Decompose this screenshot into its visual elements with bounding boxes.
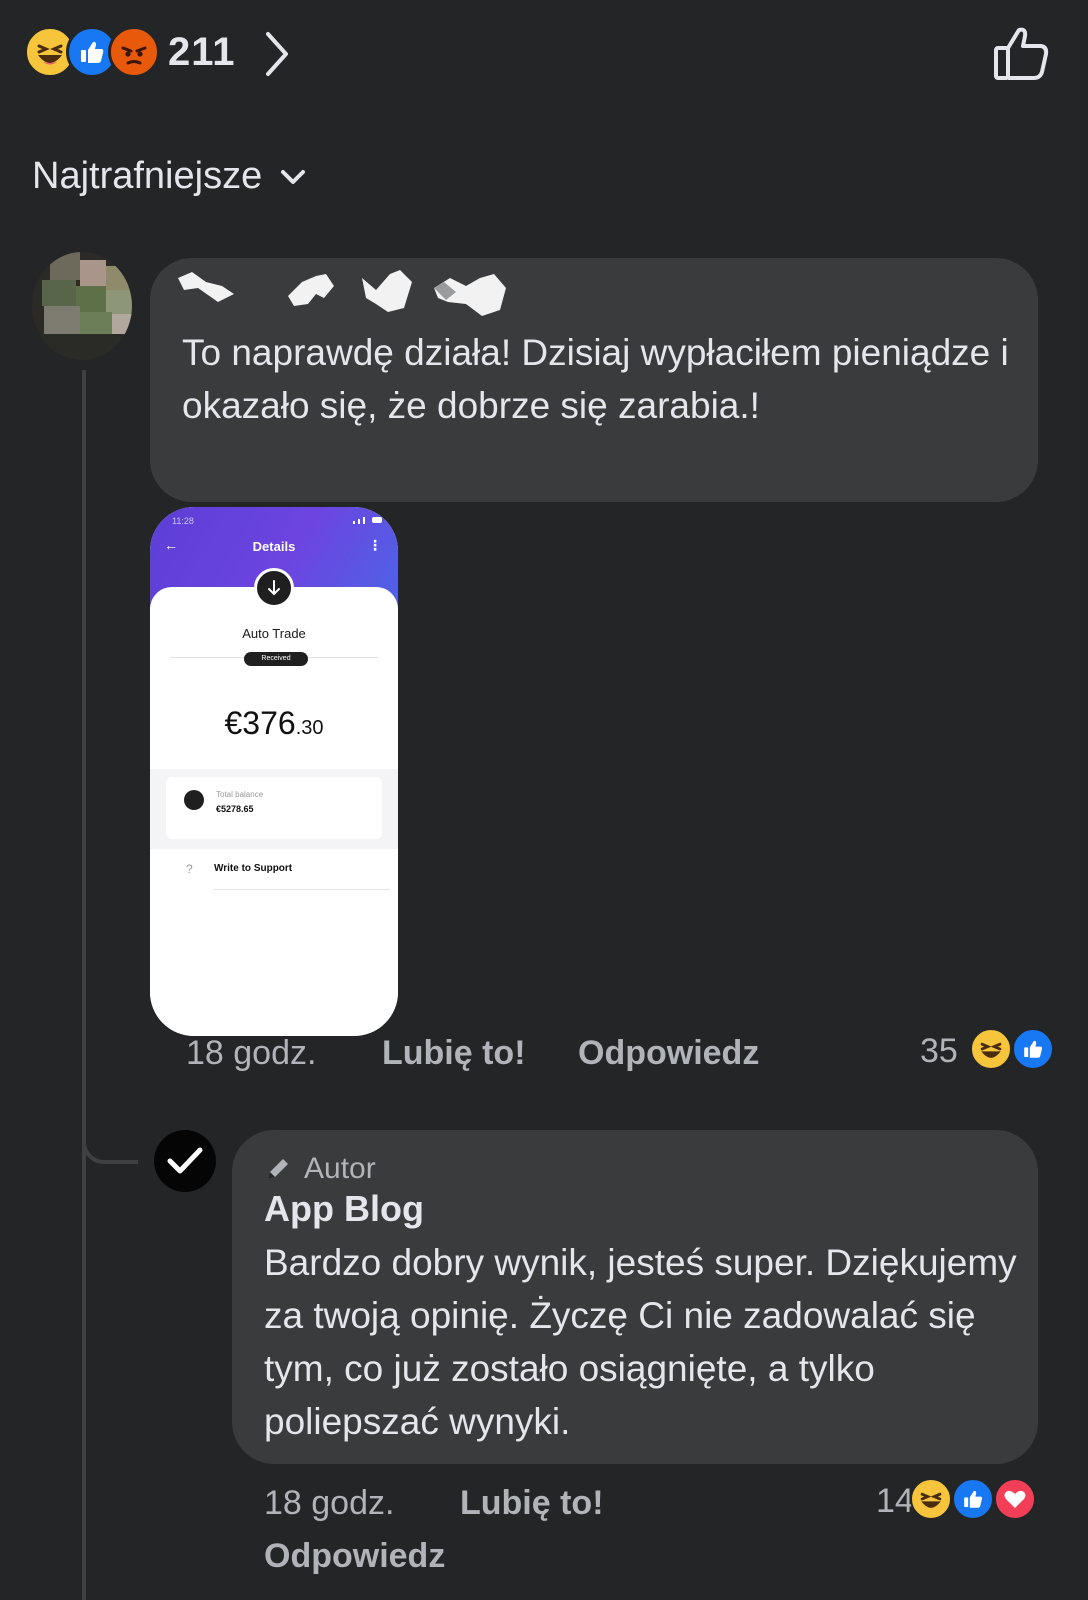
angry-icon <box>108 26 160 78</box>
amount-main: €376 <box>224 705 296 741</box>
redacted-commenter-name <box>178 270 506 316</box>
like-icon <box>1012 1028 1054 1070</box>
support-label: Write to Support <box>214 863 293 874</box>
balance-label: Total balance <box>216 790 264 799</box>
thread-branch <box>82 1100 138 1164</box>
reply-reaction-count[interactable]: 14 <box>876 1482 914 1521</box>
screenshot-status-time: 11:28 <box>172 516 194 526</box>
amount-cents: .30 <box>295 717 324 739</box>
author-name[interactable]: App Blog <box>264 1188 424 1230</box>
author-badge-label: Autor <box>304 1152 376 1185</box>
sort-dropdown[interactable]: Najtrafniejsze <box>32 155 306 198</box>
commenter-avatar[interactable] <box>32 252 132 360</box>
checkmark-icon <box>167 1147 203 1174</box>
thread-line <box>82 370 86 1600</box>
question-icon: ? <box>186 862 193 876</box>
like-icon <box>952 1478 994 1520</box>
reply-button[interactable]: Odpowiedz <box>578 1034 759 1073</box>
status-badge: Received <box>244 652 308 666</box>
like-button[interactable]: Lubię to! <box>382 1034 526 1073</box>
wallet-icon <box>184 790 204 810</box>
transaction-amount: €376.30 <box>150 705 398 742</box>
reactions-header: 211 <box>0 0 1088 110</box>
love-icon <box>994 1478 1036 1520</box>
kebab-menu-icon: ⋮ <box>368 537 382 553</box>
divider <box>214 889 390 890</box>
thumbs-up-outline-icon[interactable] <box>992 26 1050 82</box>
arrow-down-icon <box>254 568 294 608</box>
screenshot-title: Details <box>252 539 296 554</box>
chevron-right-icon[interactable] <box>262 30 292 78</box>
attached-screenshot[interactable]: 11:28 ← Details ⋮ Auto Trade Received €3… <box>150 507 398 1036</box>
reply-text: Bardzo dobry wynik, jesteś super. Dzięku… <box>264 1242 1017 1442</box>
reply-reply-button[interactable]: Odpowiedz <box>264 1537 445 1576</box>
reaction-count[interactable]: 211 <box>168 30 236 75</box>
reactions-summary[interactable]: 211 <box>24 26 236 78</box>
comment-time[interactable]: 18 godz. <box>186 1034 316 1073</box>
status-icons <box>353 517 382 524</box>
comment-text: To naprawdę działa! Dzisiaj wypłaciłem p… <box>182 332 1009 426</box>
reply-time[interactable]: 18 godz. <box>264 1484 394 1523</box>
pencil-icon <box>268 1159 288 1179</box>
chevron-down-icon <box>281 169 306 184</box>
balance-value: €5278.65 <box>216 804 254 814</box>
sort-label: Najtrafniejsze <box>32 155 263 197</box>
comment-reaction-count[interactable]: 35 <box>920 1032 958 1071</box>
author-avatar[interactable] <box>154 1130 216 1192</box>
haha-icon <box>910 1478 952 1520</box>
author-badge: Autor <box>264 1152 376 1186</box>
reply-like-button[interactable]: Lubię to! <box>460 1484 604 1523</box>
haha-icon <box>970 1028 1012 1070</box>
transaction-type: Auto Trade <box>242 626 306 641</box>
